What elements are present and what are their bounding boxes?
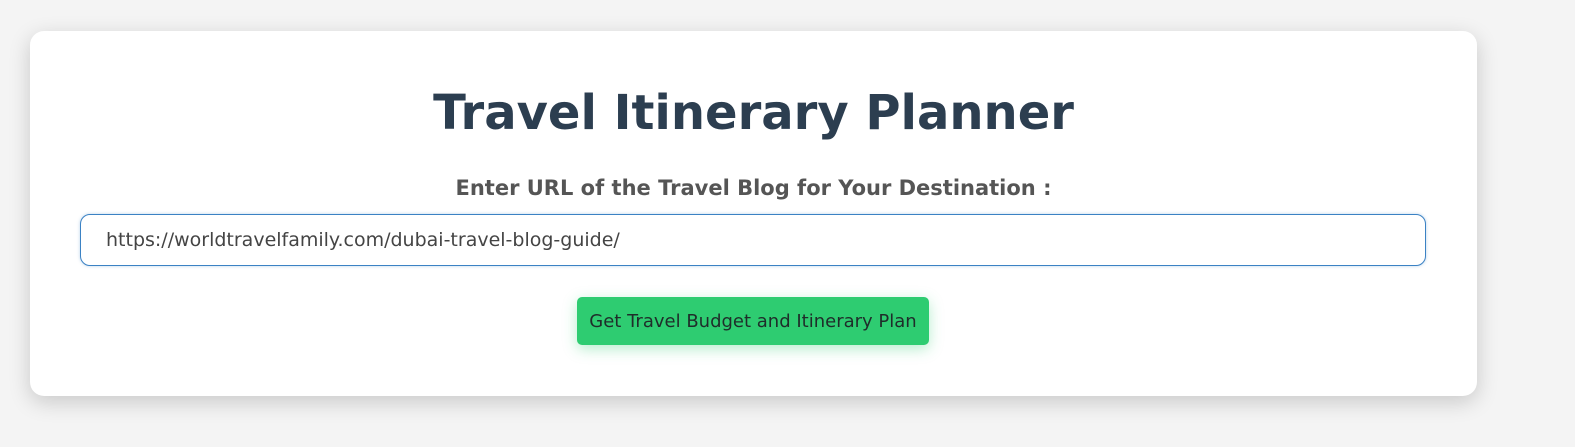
planner-card: Travel Itinerary Planner Enter URL of th… — [30, 31, 1477, 396]
blog-url-input[interactable] — [80, 214, 1426, 266]
page-title: Travel Itinerary Planner — [433, 85, 1074, 141]
get-plan-button[interactable]: Get Travel Budget and Itinerary Plan — [577, 297, 929, 345]
url-label: Enter URL of the Travel Blog for Your De… — [455, 176, 1052, 200]
